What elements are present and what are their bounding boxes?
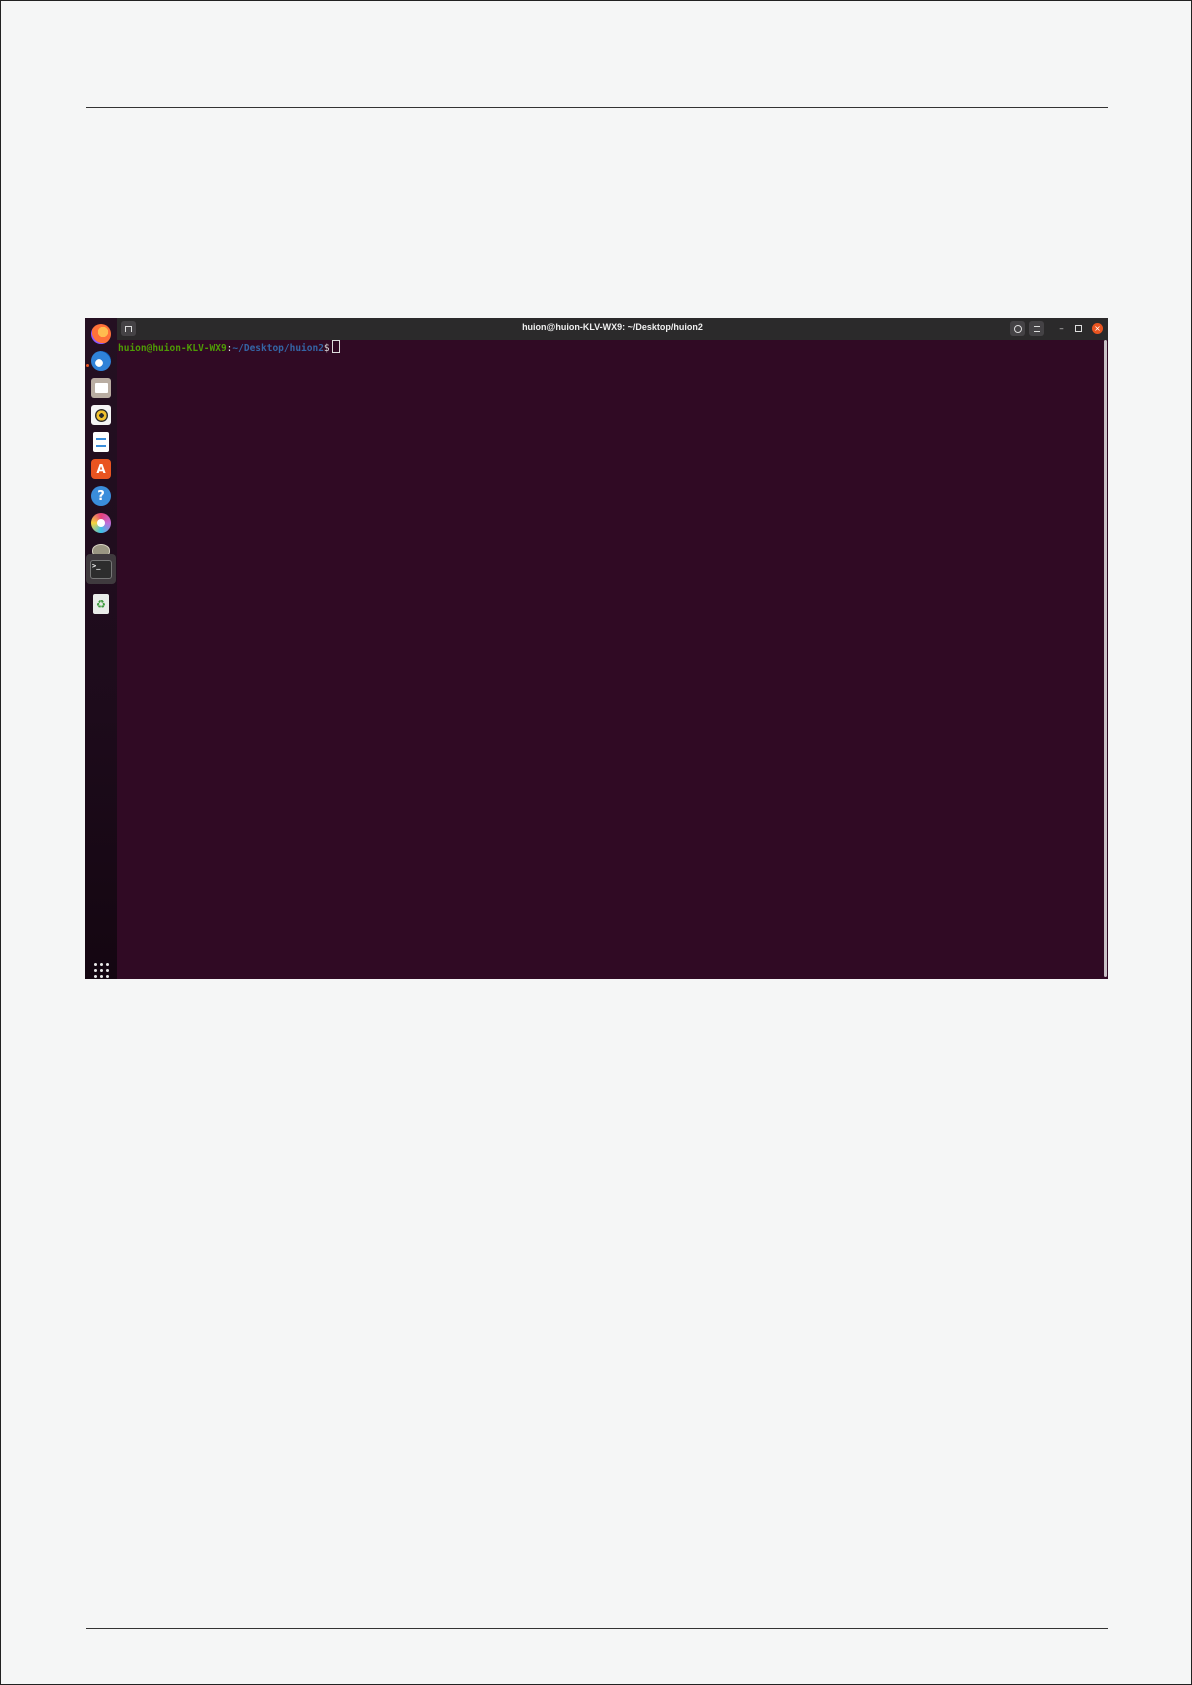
krita-icon [91,513,111,533]
dock: A ? >_ ♻ [85,318,117,979]
search-icon [1013,324,1022,333]
dock-item-files[interactable] [89,376,113,400]
thunderbird-icon [91,351,111,371]
files-icon [91,378,111,398]
app-center-icon: A [91,459,111,479]
maximize-button[interactable] [1071,321,1086,336]
prompt-path: ~/Desktop/huion2 [232,343,324,354]
dock-item-app-center[interactable]: A [89,457,113,481]
terminal-scrollbar[interactable] [1104,340,1107,977]
dock-item-trash[interactable]: ♻ [89,592,113,616]
header-rule [86,107,1108,108]
trash-icon: ♻ [93,594,109,614]
footer-rule [86,1628,1108,1629]
firefox-icon [91,324,111,344]
window-title: huion@huion-KLV-WX9: ~/Desktop/huion2 [522,322,703,332]
dock-item-krita[interactable] [89,511,113,535]
text-cursor [331,340,340,353]
desktop-screenshot: A ? >_ ♻ huion@huion-KLV-WX9: ~/Desktop/… [85,318,1108,979]
show-applications-icon[interactable] [94,963,109,978]
libreoffice-writer-icon [93,432,109,452]
dock-item-firefox[interactable] [89,322,113,346]
dock-item-help[interactable]: ? [89,484,113,508]
maximize-icon [1075,325,1082,332]
rhythmbox-icon [91,405,111,425]
menu-button[interactable] [1029,321,1044,336]
terminal-output[interactable]: huion@huion-KLV-WX9:~/Desktop/huion2$ [117,340,1108,979]
terminal-icon: >_ [90,559,112,579]
prompt-user: huion@huion-KLV-WX9 [118,343,227,354]
close-button[interactable]: × [1092,323,1103,334]
terminal-titlebar[interactable]: huion@huion-KLV-WX9: ~/Desktop/huion2 – … [117,318,1108,340]
dock-item-terminal[interactable]: >_ [86,554,116,584]
dock-item-thunderbird[interactable] [89,349,113,373]
prompt-line: huion@huion-KLV-WX9:~/Desktop/huion2$ [118,340,340,356]
dock-item-writer[interactable] [89,430,113,454]
dock-item-rhythmbox[interactable] [89,403,113,427]
minimize-button[interactable]: – [1054,321,1069,336]
help-icon: ? [91,486,111,506]
running-indicator [86,364,89,367]
prompt-symbol: $ [323,343,330,354]
hamburger-menu-icon [1033,325,1040,332]
terminal-window[interactable]: huion@huion-KLV-WX9: ~/Desktop/huion2 – … [117,318,1108,979]
search-button[interactable] [1010,321,1025,336]
